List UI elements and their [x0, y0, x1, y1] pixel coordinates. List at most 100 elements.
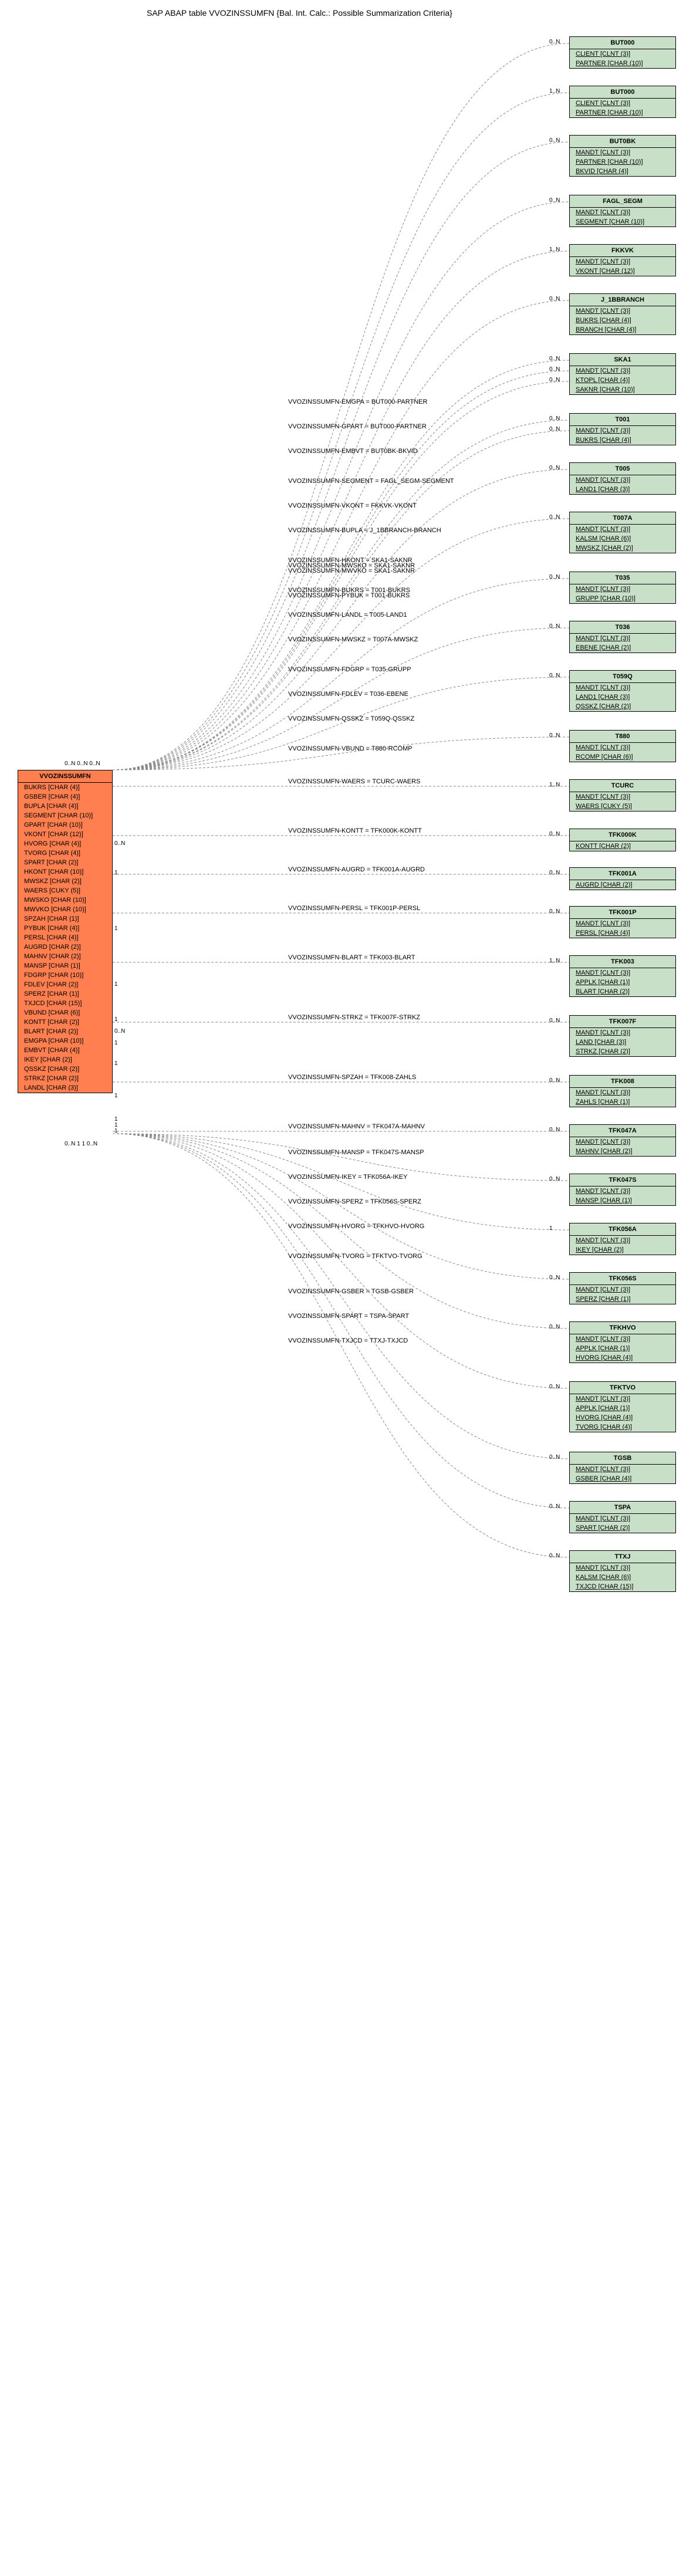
- relationship-label: VVOZINSSUMFN-HVORG = TFKHVO-HVORG: [288, 1223, 424, 1230]
- relationship-label: VVOZINSSUMFN-KONTT = TFK000K-KONTT: [288, 827, 422, 834]
- cardinality-label: 0..N: [549, 1275, 560, 1281]
- entity-t035: T035MANDT [CLNT (3)]GRUPP [CHAR (10)]: [569, 572, 676, 604]
- relationship-label: VVOZINSSUMFN-FDLEV = T036-EBENE: [288, 691, 408, 698]
- relationship-label: VVOZINSSUMFN-SEGMENT = FAGL_SEGM-SEGMENT: [288, 478, 454, 485]
- entity-field: CLIENT [CLNT (3)]: [570, 49, 675, 59]
- relationship-label: VVOZINSSUMFN-BUPLA = J_1BBRANCH-BRANCH: [288, 527, 441, 534]
- entity-field: GSBER [CHAR (4)]: [570, 1474, 675, 1483]
- relationship-label: VVOZINSSUMFN-MWSKZ = T007A-MWSKZ: [288, 636, 418, 643]
- entity-tcurc: TCURCMANDT [CLNT (3)]WAERS [CUKY (5)]: [569, 779, 676, 812]
- entity-field: TVORG [CHAR (4)]: [18, 848, 112, 858]
- entity-field: VKONT [CHAR (12)]: [570, 266, 675, 276]
- relationship-label: VVOZINSSUMFN-TXJCD = TTXJ-TXJCD: [288, 1337, 408, 1344]
- cardinality-label: 1..N: [549, 246, 560, 253]
- entity-title: FKKVK: [570, 245, 675, 257]
- entity-field: MWSKO [CHAR (10)]: [18, 895, 112, 905]
- entity-field: BUKRS [CHAR (4)]: [570, 316, 675, 325]
- relationship-label: VVOZINSSUMFN-BLART = TFK003-BLART: [288, 954, 415, 961]
- entity-title: T059Q: [570, 671, 675, 683]
- entity-tfk056a: TFK056AMANDT [CLNT (3)]IKEY [CHAR (2)]: [569, 1223, 676, 1255]
- entity-field: IKEY [CHAR (2)]: [18, 1055, 112, 1064]
- relationship-label: VVOZINSSUMFN-TVORG = TFKTVO-TVORG: [288, 1253, 422, 1260]
- entity-field: MAHNV [CHAR (2)]: [18, 952, 112, 961]
- cardinality-label: 0..N: [549, 732, 560, 739]
- entity-field: VKONT [CHAR (12)]: [18, 830, 112, 839]
- entity-field: PARTNER [CHAR (10)]: [570, 108, 675, 117]
- entity-field: MANDT [CLNT (3)]: [570, 257, 675, 266]
- relationship-label: VVOZINSSUMFN-SPART = TSPA-SPART: [288, 1313, 409, 1320]
- relationship-label: VVOZINSSUMFN-LANDL = T005-LAND1: [288, 611, 407, 618]
- entity-ska1: SKA1MANDT [CLNT (3)]KTOPL [CHAR (4)]SAKN…: [569, 353, 676, 395]
- entity-field: KONTT [CHAR (2)]: [570, 841, 675, 851]
- entity-field: HVORG [CHAR (4)]: [570, 1413, 675, 1422]
- cardinality-label: 0..N: [549, 356, 560, 362]
- entity-t007a: T007AMANDT [CLNT (3)]KALSM [CHAR (6)]MWS…: [569, 512, 676, 553]
- entity-title: TSPA: [570, 1502, 675, 1514]
- relationship-label: VVOZINSSUMFN-FDGRP = T035-GRUPP: [288, 666, 411, 673]
- entity-title: T007A: [570, 512, 675, 525]
- cardinality-label: 0..N: [549, 197, 560, 204]
- entity-field: SPERZ [CHAR (1)]: [18, 989, 112, 999]
- entity-field: ZAHLS [CHAR (1)]: [570, 1097, 675, 1107]
- entity-field: MANDT [CLNT (3)]: [570, 1465, 675, 1474]
- cardinality-label: 1..N: [549, 782, 560, 788]
- entity-title: FAGL_SEGM: [570, 195, 675, 208]
- entity-field: TXJCD [CHAR (15)]: [570, 1582, 675, 1591]
- cardinality-label: 0..N: [549, 366, 560, 373]
- entity-field: MANDT [CLNT (3)]: [570, 1088, 675, 1097]
- entity-title: TFK000K: [570, 829, 675, 841]
- entity-tfkhvo: TFKHVOMANDT [CLNT (3)]APPLK [CHAR (1)]HV…: [569, 1321, 676, 1363]
- entity-title: TFK008: [570, 1076, 675, 1088]
- entity-j_1bbranch: J_1BBRANCHMANDT [CLNT (3)]BUKRS [CHAR (4…: [569, 293, 676, 335]
- cardinality-label: 0..N: [549, 1503, 560, 1510]
- entity-field: SPZAH [CHAR (1)]: [18, 914, 112, 924]
- cardinality-label: 1: [114, 1128, 118, 1134]
- cardinality-label: 0..N: [549, 39, 560, 45]
- entity-tfk001p: TFK001PMANDT [CLNT (3)]PERSL [CHAR (4)]: [569, 906, 676, 938]
- relationship-label: VVOZINSSUMFN-EMBVT = BUT0BK-BKVID: [288, 448, 418, 455]
- entity-field: BKVID [CHAR (4)]: [570, 167, 675, 176]
- entity-field: RCOMP [CHAR (6)]: [570, 752, 675, 762]
- entity-title: T036: [570, 621, 675, 634]
- entity-title: TFKTVO: [570, 1382, 675, 1394]
- entity-field: QSSKZ [CHAR (2)]: [570, 702, 675, 711]
- entity-field: SPERZ [CHAR (1)]: [570, 1294, 675, 1304]
- cardinality-label: 0..N: [114, 1028, 125, 1035]
- relationship-label: VVOZINSSUMFN-VBUND = T880-RCOMP: [288, 745, 413, 752]
- relationship-label: VVOZINSSUMFN-VKONT = FKKVK-VKONT: [288, 502, 417, 509]
- relationship-label: VVOZINSSUMFN-MANSP = TFK047S-MANSP: [288, 1149, 424, 1156]
- cardinality-label: 0..N: [549, 1384, 560, 1390]
- entity-field: PYBUK [CHAR (4)]: [18, 924, 112, 933]
- entity-field: IKEY [CHAR (2)]: [570, 1245, 675, 1255]
- cardinality-label: 0..N: [549, 296, 560, 302]
- entity-title: TGSB: [570, 1452, 675, 1465]
- entity-title: TFKHVO: [570, 1322, 675, 1334]
- entity-field: FDGRP [CHAR (10)]: [18, 971, 112, 980]
- cardinality-label: 1: [114, 1016, 118, 1023]
- cardinality-label: 1: [114, 870, 118, 876]
- entity-title: VVOZINSSUMFN: [18, 770, 112, 783]
- cardinality-label: 1: [114, 981, 118, 988]
- cardinality-label: 0..N: [114, 840, 125, 847]
- entity-title: BUT0BK: [570, 136, 675, 148]
- relationship-label: VVOZINSSUMFN-PERSL = TFK001P-PERSL: [288, 905, 420, 912]
- entity-title: TFK047S: [570, 1174, 675, 1186]
- entity-field: MANDT [CLNT (3)]: [570, 1285, 675, 1294]
- entity-field: SPART [CHAR (2)]: [570, 1523, 675, 1533]
- relationship-label: VVOZINSSUMFN-QSSKZ = T059Q-QSSKZ: [288, 715, 414, 722]
- entity-vvozinssumfn: VVOZINSSUMFN BUKRS [CHAR (4)]GSBER [CHAR…: [18, 770, 113, 1093]
- entity-ttxj: TTXJMANDT [CLNT (3)]KALSM [CHAR (6)]TXJC…: [569, 1550, 676, 1592]
- entity-field: GRUPP [CHAR (10)]: [570, 594, 675, 603]
- entity-but0bk: BUT0BKMANDT [CLNT (3)]PARTNER [CHAR (10)…: [569, 135, 676, 177]
- entity-tfk056s: TFK056SMANDT [CLNT (3)]SPERZ [CHAR (1)]: [569, 1272, 676, 1304]
- diagram: VVOZINSSUMFN BUKRS [CHAR (4)] GSBER [CHAR…: [6, 19, 687, 2560]
- entity-field: MANDT [CLNT (3)]: [570, 426, 675, 435]
- entity-field: KALSM [CHAR (6)]: [570, 534, 675, 543]
- entity-field: MWSKZ [CHAR (2)]: [18, 877, 112, 886]
- entity-field: FDLEV [CHAR (2)]: [18, 980, 112, 989]
- entity-field: MANDT [CLNT (3)]: [570, 208, 675, 217]
- entity-field: MANDT [CLNT (3)]: [570, 792, 675, 802]
- entity-title: TFK056A: [570, 1223, 675, 1236]
- entity-field: MANDT [CLNT (3)]: [570, 1563, 675, 1573]
- entity-title: TFK003: [570, 956, 675, 968]
